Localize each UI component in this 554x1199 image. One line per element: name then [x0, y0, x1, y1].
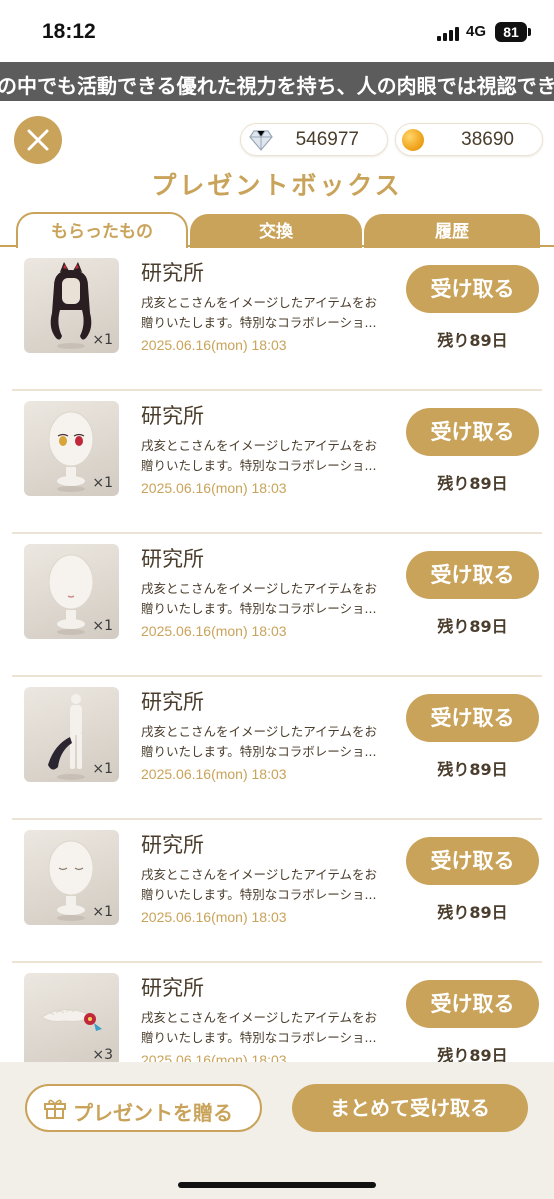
receive-button[interactable]: 受け取る [406, 265, 539, 313]
receive-button[interactable]: 受け取る [406, 694, 539, 742]
item-title: 研究所 [141, 833, 204, 857]
list-item: ×3 研究所 戌亥とこさんをイメージしたアイテムをお贈りいたします。特別なコラボ… [0, 963, 554, 1062]
item-quantity: ×1 [92, 332, 113, 348]
coin-icon [402, 129, 424, 151]
item-date: 2025.06.16(mon) 18:03 [141, 1052, 287, 1062]
present-list[interactable]: ×1 研究所 戌亥とこさんをイメージしたアイテムをお贈りいたします。特別なコラボ… [0, 248, 554, 1062]
diamond-icon [249, 130, 273, 151]
tab-received[interactable]: もらったもの [16, 212, 188, 248]
item-thumbnail: ×1 [24, 830, 119, 925]
item-date: 2025.06.16(mon) 18:03 [141, 337, 287, 353]
battery-icon: 81 [495, 22, 527, 42]
receive-button[interactable]: 受け取る [406, 551, 539, 599]
remaining-days: 残り89日 [437, 331, 508, 350]
item-date: 2025.06.16(mon) 18:03 [141, 623, 287, 639]
item-title: 研究所 [141, 404, 204, 428]
gift-icon [44, 1099, 66, 1119]
list-item: ×1 研究所 戌亥とこさんをイメージしたアイテムをお贈りいたします。特別なコラボ… [0, 534, 554, 677]
item-description: 戌亥とこさんをイメージしたアイテムをお贈りいたします。特別なコラボレーショ... [141, 724, 378, 759]
remaining-days: 残り89日 [437, 903, 508, 922]
item-description: 戌亥とこさんをイメージしたアイテムをお贈りいたします。特別なコラボレーショ... [141, 867, 378, 902]
item-thumbnail: ×1 [24, 544, 119, 639]
item-description: 戌亥とこさんをイメージしたアイテムをお贈りいたします。特別なコラボレーショ... [141, 1010, 378, 1045]
item-description: 戌亥とこさんをイメージしたアイテムをお贈りいたします。特別なコラボレーショ... [141, 581, 378, 616]
network-label: 4G [466, 23, 487, 40]
claim-all-button[interactable]: まとめて受け取る [292, 1084, 528, 1132]
news-ticker: の中でも活動できる優れた視力を持ち、人の肉眼では視認できない星の [0, 62, 554, 101]
item-title: 研究所 [141, 690, 204, 714]
status-bar: 18:12 4G 81 [0, 0, 554, 62]
item-quantity: ×1 [92, 618, 113, 634]
coin-count: 38690 [461, 129, 514, 150]
bottom-action-bar: プレゼントを贈る まとめて受け取る [0, 1062, 554, 1199]
send-present-button[interactable]: プレゼントを贈る [25, 1084, 262, 1132]
status-time: 18:12 [42, 20, 96, 43]
send-present-label: プレゼントを贈る [73, 1101, 233, 1125]
home-indicator[interactable] [178, 1182, 376, 1188]
remaining-days: 残り89日 [437, 474, 508, 493]
item-date: 2025.06.16(mon) 18:03 [141, 909, 287, 925]
receive-button[interactable]: 受け取る [406, 837, 539, 885]
list-item: ×1 研究所 戌亥とこさんをイメージしたアイテムをお贈りいたします。特別なコラボ… [0, 248, 554, 391]
remaining-days: 残り89日 [437, 760, 508, 779]
item-quantity: ×1 [92, 475, 113, 491]
list-item: ×1 研究所 戌亥とこさんをイメージしたアイテムをお贈りいたします。特別なコラボ… [0, 391, 554, 534]
tab-exchange[interactable]: 交換 [190, 214, 362, 248]
remaining-days: 残り89日 [437, 1046, 508, 1062]
list-item: ×1 研究所 戌亥とこさんをイメージしたアイテムをお贈りいたします。特別なコラボ… [0, 820, 554, 963]
page-title: プレゼントボックス [151, 171, 403, 200]
battery-tip [528, 28, 531, 36]
receive-button[interactable]: 受け取る [406, 980, 539, 1028]
item-quantity: ×1 [92, 904, 113, 920]
gem-balance[interactable]: 546977 [240, 123, 388, 156]
item-quantity: ×3 [92, 1047, 113, 1062]
gem-count: 546977 [295, 129, 359, 150]
list-item: ×1 研究所 戌亥とこさんをイメージしたアイテムをお贈りいたします。特別なコラボ… [0, 677, 554, 820]
item-thumbnail: ×3 [24, 973, 119, 1062]
item-thumbnail: ×1 [24, 687, 119, 782]
item-title: 研究所 [141, 261, 204, 285]
close-button[interactable] [14, 116, 62, 164]
item-thumbnail: ×1 [24, 401, 119, 496]
receive-button[interactable]: 受け取る [406, 408, 539, 456]
item-quantity: ×1 [92, 761, 113, 777]
item-description: 戌亥とこさんをイメージしたアイテムをお贈りいたします。特別なコラボレーショ... [141, 438, 378, 473]
ticker-text: の中でも活動できる優れた視力を持ち、人の肉眼では視認できない星の [0, 74, 554, 98]
signal-icon [437, 25, 463, 41]
item-date: 2025.06.16(mon) 18:03 [141, 480, 287, 496]
item-date: 2025.06.16(mon) 18:03 [141, 766, 287, 782]
item-thumbnail: ×1 [24, 258, 119, 353]
item-title: 研究所 [141, 976, 204, 1000]
tab-bar: もらったもの 交換 履歴 [0, 212, 554, 248]
item-description: 戌亥とこさんをイメージしたアイテムをお贈りいたします。特別なコラボレーショ... [141, 295, 378, 330]
remaining-days: 残り89日 [437, 617, 508, 636]
item-title: 研究所 [141, 547, 204, 571]
coin-balance[interactable]: 38690 [395, 123, 543, 156]
close-icon [27, 129, 49, 151]
tab-history[interactable]: 履歴 [364, 214, 540, 248]
